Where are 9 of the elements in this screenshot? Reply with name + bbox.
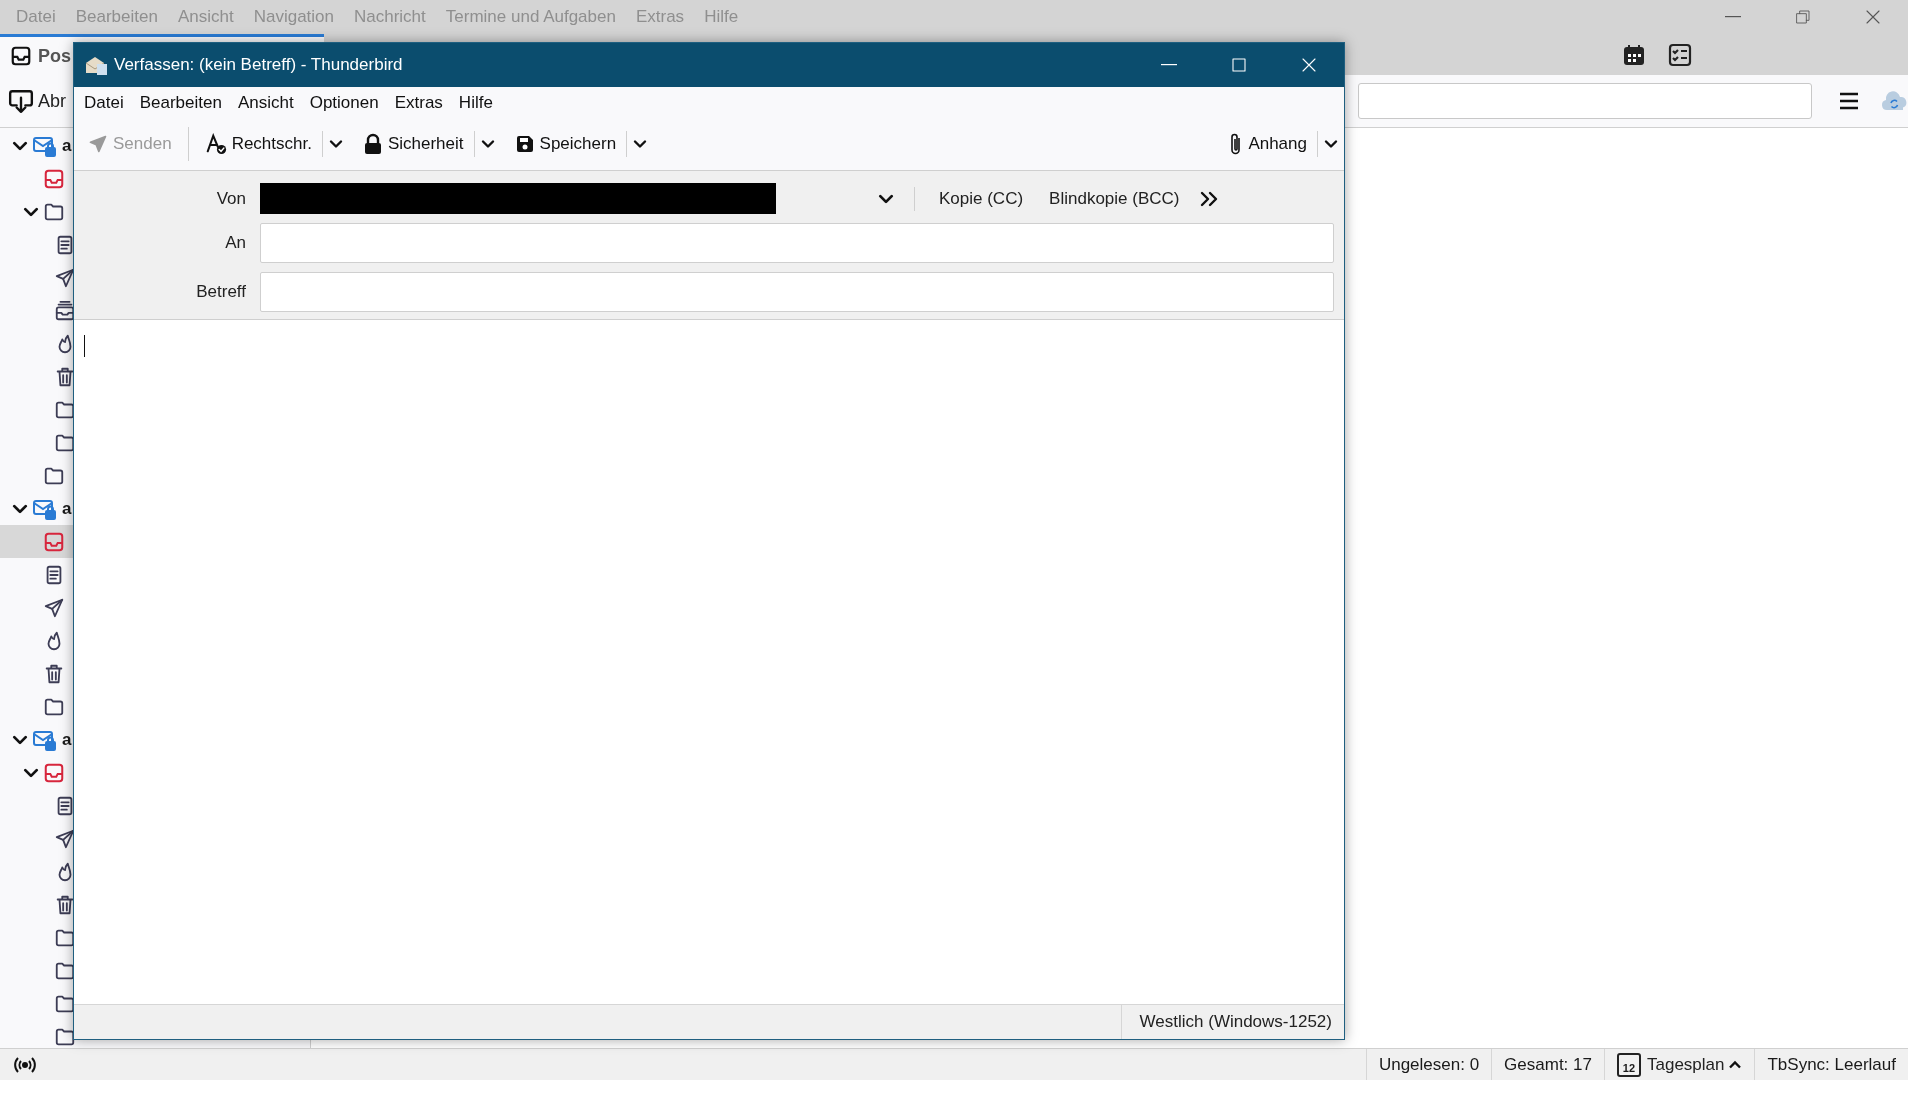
encoding-status: Westlich (Windows-1252): [1120, 1005, 1344, 1039]
to-label: An: [224, 233, 247, 253]
unread-count: Ungelesen: 0: [1378, 1054, 1480, 1075]
from-label: Von: [215, 188, 247, 209]
total-count: Gesamt: 17: [1504, 1054, 1592, 1075]
sync-status: TbSync: Leerlauf: [1767, 1054, 1896, 1075]
calendar-day-icon: 12: [1616, 1052, 1641, 1077]
subject-label: Betreff: [195, 282, 247, 302]
window-title: Verfassen: (kein Betreff) - Thunderbird: [114, 55, 403, 75]
